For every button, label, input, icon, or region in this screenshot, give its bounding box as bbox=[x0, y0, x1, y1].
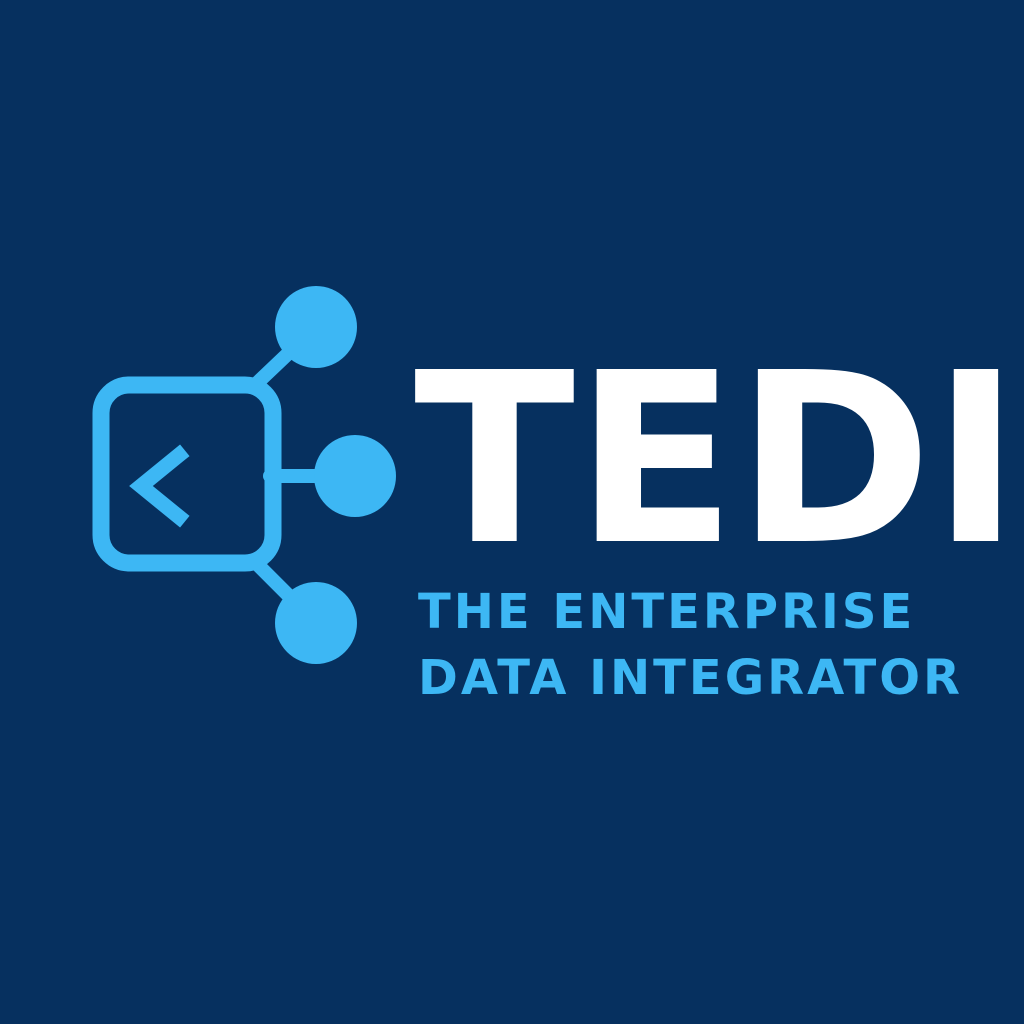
brand-wordmark: TEDI bbox=[414, 322, 1020, 597]
node-circle-bottom bbox=[275, 582, 357, 664]
node-circle-top bbox=[275, 286, 357, 368]
tagline-line-2: DATA INTEGRATOR bbox=[418, 650, 963, 706]
tagline-line-1: THE ENTERPRISE bbox=[418, 584, 916, 640]
node-circle-middle bbox=[314, 435, 396, 517]
logo-canvas: TEDI THE ENTERPRISE DATA INTEGRATOR bbox=[0, 0, 1024, 1024]
square-node bbox=[92, 376, 282, 572]
chevron-left-icon bbox=[129, 444, 190, 528]
